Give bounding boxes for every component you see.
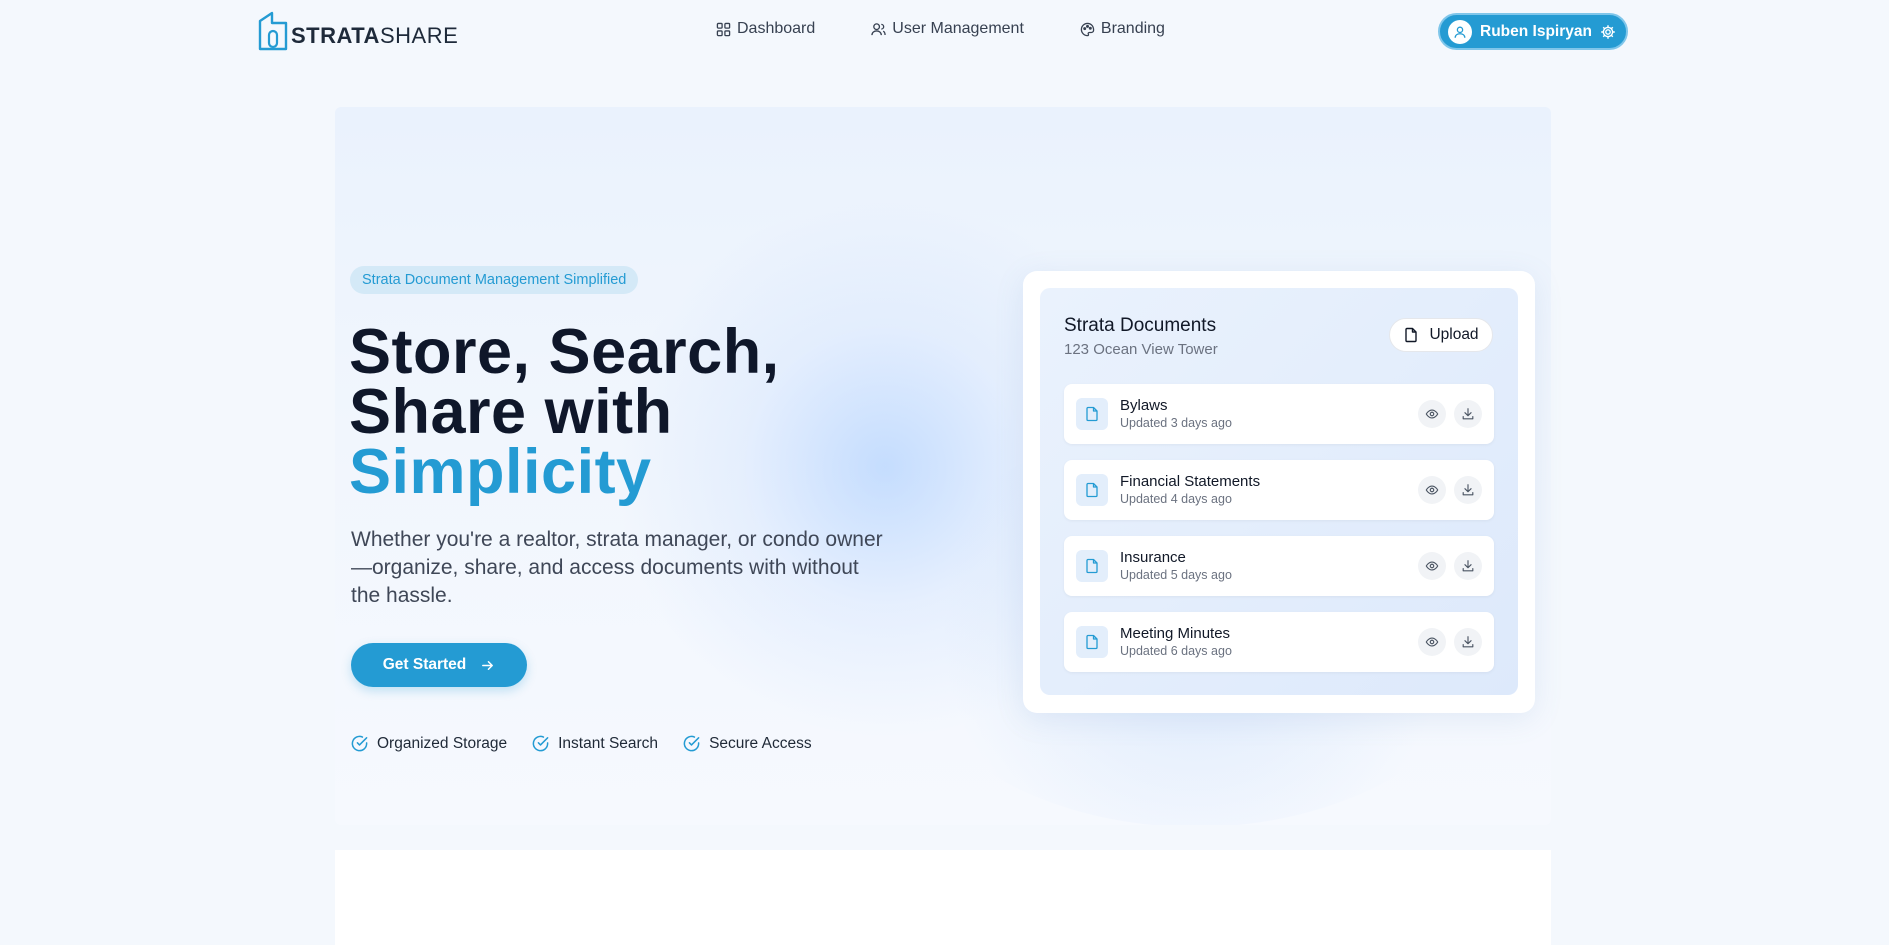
document-name: Bylaws xyxy=(1120,397,1168,414)
document-name: Financial Statements xyxy=(1120,473,1261,490)
hero-headline: Store, Search, Share with Simplicity xyxy=(349,321,780,504)
document-row[interactable]: Insurance Updated 5 days ago xyxy=(1064,536,1494,596)
document-row[interactable]: Meeting Minutes Updated 6 days ago xyxy=(1064,612,1494,672)
document-icon xyxy=(1076,398,1108,430)
users-icon xyxy=(871,22,886,35)
download-icon[interactable] xyxy=(1454,552,1482,580)
documents-card: Strata Documents 123 Ocean View Tower Up… xyxy=(1023,271,1535,713)
upload-label: Upload xyxy=(1429,326,1479,343)
nav-dashboard[interactable]: Dashboard xyxy=(716,20,815,38)
document-list: Bylaws Updated 3 days ago Financial Stat… xyxy=(1064,384,1494,688)
logo-strong: STRATA xyxy=(291,23,380,48)
download-icon[interactable] xyxy=(1454,628,1482,656)
user-name: Ruben Ispiryan xyxy=(1480,22,1592,40)
nav-links: Dashboard User Management Branding xyxy=(716,20,1165,38)
tagline-badge: Strata Document Management Simplified xyxy=(350,266,639,294)
documents-title: Strata Documents xyxy=(1064,315,1217,336)
grid-icon xyxy=(716,22,731,36)
document-icon xyxy=(1076,550,1108,582)
upload-button[interactable]: Upload xyxy=(1389,318,1493,352)
feature-label: Organized Storage xyxy=(377,734,508,752)
eye-icon[interactable] xyxy=(1418,400,1446,428)
palette-icon xyxy=(1080,22,1095,36)
top-nav: STRATASHARE Dashboard User Management Br… xyxy=(0,0,1889,62)
get-started-label: Get Started xyxy=(382,656,467,673)
logo-wordmark: STRATASHARE xyxy=(291,23,458,49)
feature-label: Secure Access xyxy=(709,734,812,752)
document-updated: Updated 5 days ago xyxy=(1120,568,1232,582)
feature-item: Organized Storage xyxy=(350,734,507,753)
document-text: Bylaws Updated 3 days ago xyxy=(1120,397,1410,431)
eye-icon[interactable] xyxy=(1418,628,1446,656)
documents-subtitle: 123 Ocean View Tower xyxy=(1064,341,1218,358)
logo-light: SHARE xyxy=(379,23,459,48)
check-circle-icon xyxy=(351,735,368,752)
feature-item: Instant Search xyxy=(531,734,658,753)
user-menu-button[interactable]: Ruben Ispiryan xyxy=(1438,13,1628,50)
user-icon xyxy=(1448,19,1472,44)
headline-accent: Simplicity xyxy=(349,437,652,507)
check-circle-icon xyxy=(532,735,549,752)
document-name: Insurance xyxy=(1120,549,1186,566)
document-text: Meeting Minutes Updated 6 days ago xyxy=(1120,625,1410,659)
document-text: Financial Statements Updated 4 days ago xyxy=(1120,473,1410,507)
gear-icon[interactable] xyxy=(1600,24,1616,40)
download-icon[interactable] xyxy=(1454,400,1482,428)
feature-item: Secure Access xyxy=(682,734,812,753)
nav-branding-label: Branding xyxy=(1100,20,1165,37)
document-icon xyxy=(1076,474,1108,506)
eye-icon[interactable] xyxy=(1418,552,1446,580)
arrow-right-icon xyxy=(482,660,494,670)
download-icon[interactable] xyxy=(1454,476,1482,504)
nav-dashboard-label: Dashboard xyxy=(737,20,816,37)
feature-label: Instant Search xyxy=(558,734,659,752)
document-updated: Updated 6 days ago xyxy=(1120,644,1232,658)
eye-icon[interactable] xyxy=(1418,476,1446,504)
logo[interactable]: STRATASHARE xyxy=(258,11,458,51)
next-section-panel xyxy=(335,850,1551,945)
hero-subtext: Whether you're a realtor, strata manager… xyxy=(351,528,883,607)
document-name: Meeting Minutes xyxy=(1120,625,1231,642)
document-icon xyxy=(1076,626,1108,658)
feature-list: Organized Storage Instant Search Secure … xyxy=(350,734,812,753)
check-circle-icon xyxy=(683,735,700,752)
document-text: Insurance Updated 5 days ago xyxy=(1120,549,1410,583)
building-logo-icon xyxy=(258,11,288,51)
nav-branding[interactable]: Branding xyxy=(1080,20,1165,38)
nav-user-management-label: User Management xyxy=(892,20,1024,37)
document-updated: Updated 4 days ago xyxy=(1120,492,1232,506)
nav-user-management[interactable]: User Management xyxy=(871,20,1024,38)
get-started-button[interactable]: Get Started xyxy=(351,643,527,687)
documents-panel: Strata Documents 123 Ocean View Tower Up… xyxy=(1040,288,1518,695)
document-updated: Updated 3 days ago xyxy=(1120,416,1232,430)
document-row[interactable]: Financial Statements Updated 4 days ago xyxy=(1064,460,1494,520)
document-row[interactable]: Bylaws Updated 3 days ago xyxy=(1064,384,1494,444)
file-icon xyxy=(1405,327,1418,343)
